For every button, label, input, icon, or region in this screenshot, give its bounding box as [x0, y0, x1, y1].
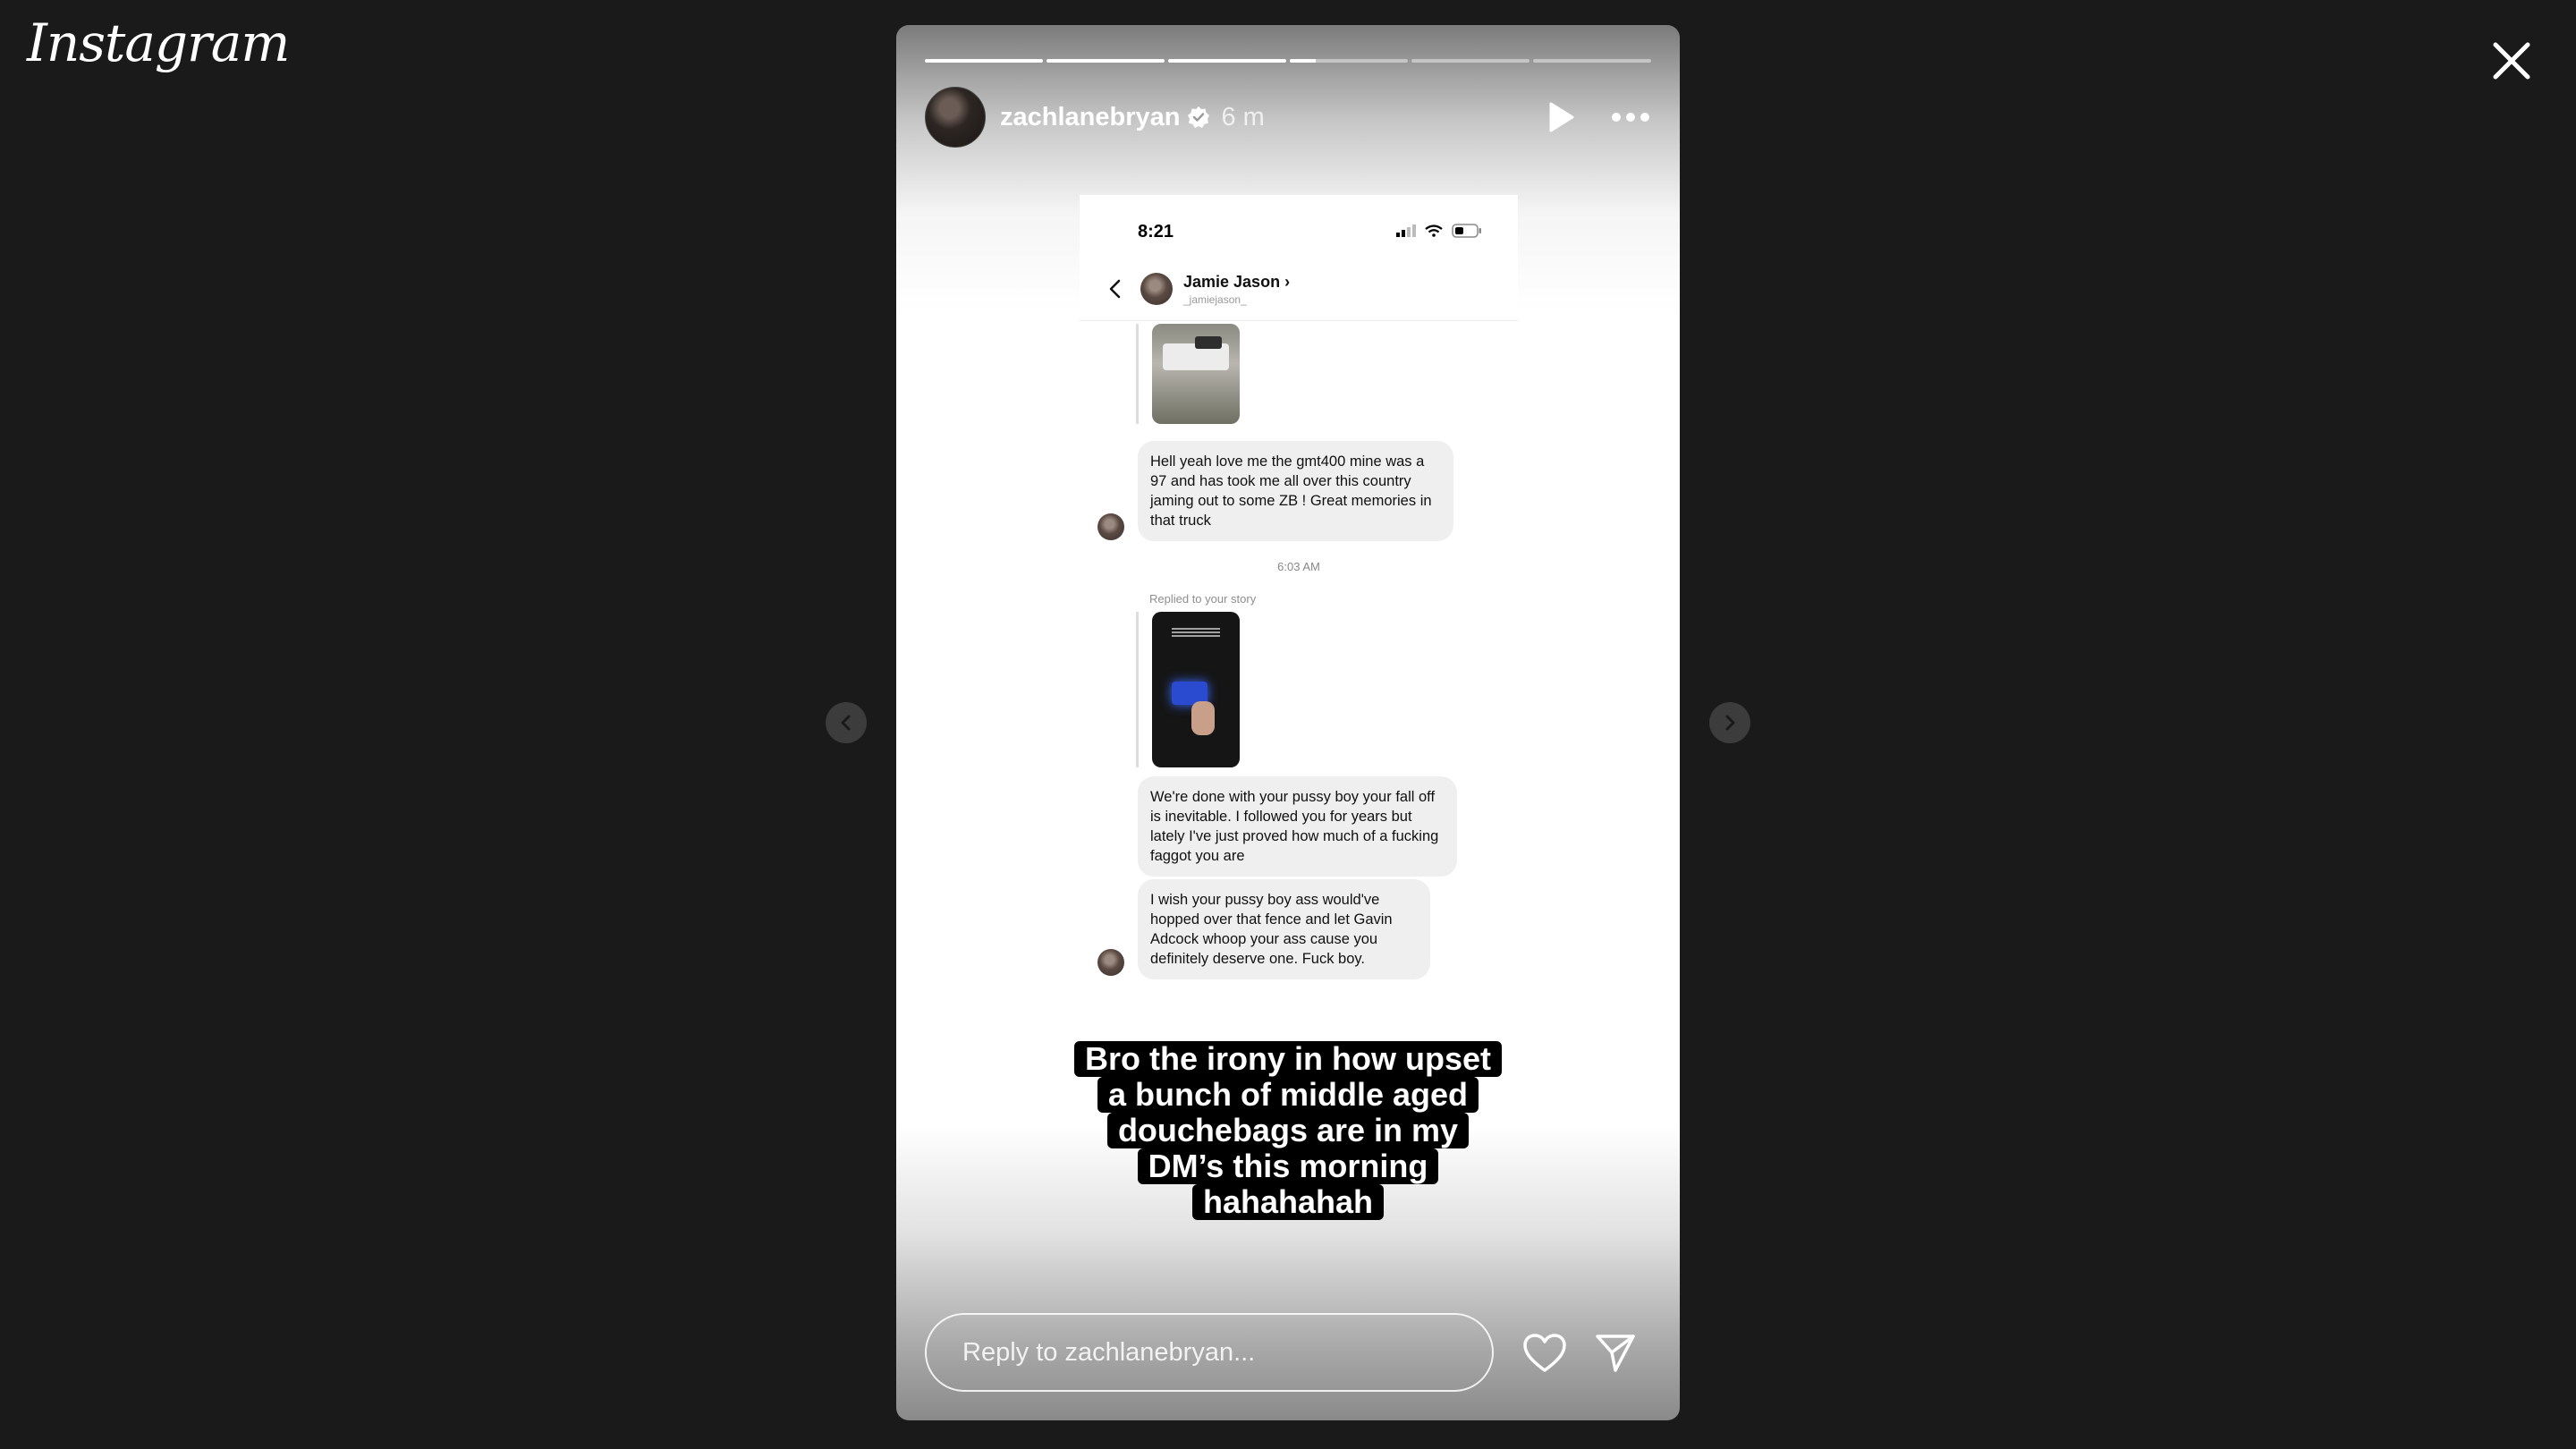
progress-fill	[1290, 59, 1317, 63]
reply-input[interactable]	[925, 1313, 1494, 1392]
close-icon[interactable]	[2487, 36, 2537, 86]
progress-segment	[1411, 59, 1530, 63]
story-username[interactable]: zachlanebryan	[1000, 103, 1180, 132]
story-reply-thumbnail	[1152, 612, 1240, 767]
contact-name: Jamie Jason ›	[1183, 272, 1291, 291]
signal-icon	[1396, 225, 1416, 237]
hand	[1191, 701, 1215, 735]
progress-segment	[925, 59, 1043, 63]
message-timestamp: 6:03 AM	[1277, 560, 1320, 573]
story-timestamp: 6 m	[1221, 102, 1265, 131]
battery-icon	[1452, 224, 1481, 238]
progress-segment	[1168, 59, 1286, 63]
progress-segment	[1046, 59, 1165, 63]
status-time: 8:21	[1138, 222, 1174, 242]
progress-fill	[1046, 59, 1165, 63]
caption-line: douchebags are in my	[1106, 1113, 1470, 1148]
back-chevron-icon	[1109, 279, 1121, 299]
sender-avatar	[1097, 949, 1124, 976]
truck-photo-thumbnail	[1152, 324, 1240, 424]
message-bubble: We're done with your pussy boy your fall…	[1138, 776, 1457, 877]
previous-story-button[interactable]	[826, 702, 867, 743]
sender-avatar	[1097, 513, 1124, 540]
dm-screenshot: 8:21 Jamie Jason › _jamiejason_ Hell yea…	[1080, 195, 1518, 991]
story-caption: Bro the irony in how upset a bunch of mi…	[896, 1041, 1680, 1220]
play-icon[interactable]	[1542, 99, 1578, 135]
verified-badge-icon	[1188, 106, 1210, 128]
story-header: zachlanebryan 6 m	[925, 87, 1651, 148]
truck-cab	[1195, 336, 1222, 349]
progress-segment	[1533, 59, 1651, 63]
wifi-icon	[1425, 225, 1443, 237]
next-story-button[interactable]	[1709, 702, 1750, 743]
progress-segment	[1290, 59, 1408, 63]
replied-to-story-label: Replied to your story	[1149, 592, 1257, 606]
send-icon[interactable]	[1594, 1331, 1637, 1374]
reply-bar	[1136, 612, 1139, 767]
thumbnail-text	[1172, 628, 1220, 639]
more-horizontal-icon[interactable]	[1610, 99, 1651, 135]
avatar[interactable]	[925, 87, 986, 148]
message-bubble: I wish your pussy boy ass would've hoppe…	[1138, 879, 1430, 979]
reply-bar	[1136, 324, 1139, 424]
chevron-right-icon	[1725, 715, 1735, 731]
dm-header: Jamie Jason › _jamiejason_	[1080, 258, 1518, 321]
caption-line: Bro the irony in how upset	[1073, 1041, 1502, 1077]
instagram-logo[interactable]: Instagram	[27, 13, 290, 73]
caption-line: hahahahah	[1191, 1184, 1385, 1220]
status-icons	[1396, 224, 1482, 238]
contact-avatar	[1140, 273, 1173, 305]
story-progress-bar	[925, 59, 1651, 63]
caption-line: DM’s this morning	[1137, 1148, 1439, 1184]
contact-handle: _jamiejason_	[1183, 292, 1247, 306]
story-viewer[interactable]: zachlanebryan 6 m 8:21 Jamie Jason › _ja…	[896, 25, 1680, 1420]
message-bubble: Hell yeah love me the gmt400 mine was a …	[1138, 441, 1453, 541]
heart-icon[interactable]	[1522, 1333, 1567, 1374]
progress-fill	[925, 59, 1043, 63]
progress-fill	[1168, 59, 1286, 63]
chevron-left-icon	[841, 715, 851, 731]
caption-line: a bunch of middle aged	[1097, 1077, 1479, 1113]
